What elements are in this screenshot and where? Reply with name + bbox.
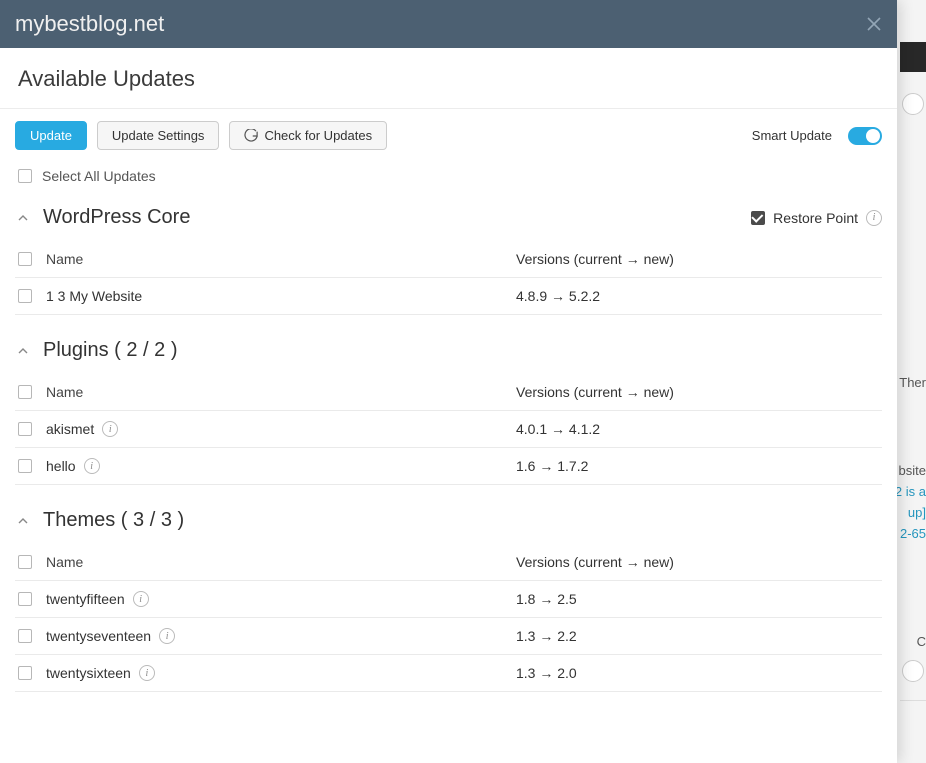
table-row: twentysixteen i 1.3 → 2.0 — [15, 655, 882, 692]
row-checkbox[interactable] — [18, 289, 32, 303]
section-head-plugins: Plugins ( 2 / 2 ) — [15, 339, 882, 362]
row-name: twentyfifteen i — [46, 591, 516, 607]
row-name: 1 3 My Website — [46, 288, 516, 304]
row-checkbox[interactable] — [18, 459, 32, 473]
background-text-fragment: up] — [908, 505, 926, 520]
background-text-fragment: 2 is a — [895, 484, 926, 499]
select-all-row: Select All Updates — [15, 168, 882, 184]
background-text-fragment: C — [917, 634, 926, 649]
table-themes: Name Versions (current → new) twentyfift… — [15, 544, 882, 692]
select-all-label: Select All Updates — [42, 168, 156, 184]
background-text-fragment: 2-65 — [900, 526, 926, 541]
row-version: 1.3 → 2.0 — [516, 665, 879, 681]
close-icon[interactable] — [866, 16, 882, 32]
row-name: helloi — [46, 458, 516, 474]
update-button-label: Update — [30, 128, 72, 143]
column-header-name: Name — [46, 251, 516, 267]
table-body-plugins: akismeti4.0.1 → 4.1.2helloi1.6 → 1.7.2 — [15, 411, 882, 485]
table-header-row: Name Versions (current → new) — [15, 544, 882, 581]
section-checkbox-plugins[interactable] — [18, 385, 32, 399]
info-icon[interactable]: i — [102, 421, 118, 437]
table-core: Name Versions (current → new) 1 3 My Web… — [15, 241, 882, 315]
page-title: Available Updates — [0, 48, 897, 109]
action-bar: Update Update Settings Check for Updates… — [15, 121, 882, 150]
row-name-text: 1 3 My Website — [46, 288, 142, 304]
toggle-knob — [866, 129, 880, 143]
table-body-themes: twentyfifteen i 1.8 → 2.5 twentyseventeen i 1… — [15, 581, 882, 692]
row-checkbox[interactable] — [18, 422, 32, 436]
row-name-text: twentysixteen — [46, 665, 131, 681]
update-settings-button[interactable]: Update Settings — [97, 121, 220, 150]
table-plugins: Name Versions (current → new) akismet i 4.… — [15, 374, 882, 485]
section-title-plugins: Plugins ( 2 / 2 ) — [43, 339, 178, 362]
modal-content: Update Update Settings Check for Updates… — [0, 109, 897, 763]
row-name-text: hello — [46, 458, 76, 474]
smart-update-toggle[interactable] — [848, 127, 882, 145]
background-circle-icon — [902, 660, 924, 682]
info-icon[interactable]: i — [866, 210, 882, 226]
chevron-up-icon[interactable] — [15, 343, 31, 359]
section-head-themes: Themes ( 3 / 3 ) — [15, 509, 882, 532]
background-circle-icon — [902, 93, 924, 115]
select-all-checkbox[interactable] — [18, 169, 32, 183]
restore-point: Restore Point i — [751, 210, 882, 226]
row-version: 1.6 → 1.7.2 — [516, 458, 879, 474]
site-title: mybestblog.net — [15, 11, 866, 37]
table-row: helloi1.6 → 1.7.2 — [15, 448, 882, 485]
modal-header: mybestblog.net — [0, 0, 897, 48]
section-plugins: Plugins ( 2 / 2 ) Name Versions (current… — [15, 339, 882, 485]
restore-point-checkbox[interactable] — [751, 211, 765, 225]
update-settings-label: Update Settings — [112, 128, 205, 143]
section-title-core: WordPress Core — [43, 206, 190, 229]
section-themes: Themes ( 3 / 3 ) Name Versions (current … — [15, 509, 882, 692]
section-checkbox-themes[interactable] — [18, 555, 32, 569]
row-name: twentysixteen i — [46, 665, 516, 681]
row-checkbox[interactable] — [18, 666, 32, 680]
row-version: 4.8.9 → 5.2.2 — [516, 288, 879, 304]
column-header-versions: Versions (current → new) — [516, 251, 879, 267]
table-header-row: Name Versions (current → new) — [15, 374, 882, 411]
table-row: twentyfifteen i 1.8 → 2.5 — [15, 581, 882, 618]
table-body-core: 1 3 My Website 4.8.9 → 5.2.2 — [15, 278, 882, 315]
table-row: twentyseventeen i 1.3 → 2.2 — [15, 618, 882, 655]
info-icon[interactable]: i — [139, 665, 155, 681]
info-icon[interactable]: i — [84, 458, 100, 474]
column-header-versions: Versions (current → new) — [516, 554, 879, 570]
row-name-text: twentyfifteen — [46, 591, 125, 607]
row-name-text: twentyseventeen — [46, 628, 151, 644]
restore-point-label: Restore Point — [773, 210, 858, 226]
update-button[interactable]: Update — [15, 121, 87, 150]
column-header-name: Name — [46, 554, 516, 570]
section-title-themes: Themes ( 3 / 3 ) — [43, 509, 184, 532]
section-checkbox-core[interactable] — [18, 252, 32, 266]
check-updates-button[interactable]: Check for Updates — [229, 121, 387, 150]
smart-update-label: Smart Update — [752, 128, 832, 143]
row-version: 4.0.1 → 4.1.2 — [516, 421, 879, 437]
column-header-versions: Versions (current → new) — [516, 384, 879, 400]
row-name: akismet i — [46, 421, 516, 437]
chevron-up-icon[interactable] — [15, 513, 31, 529]
check-updates-label: Check for Updates — [264, 128, 372, 143]
section-head-core: WordPress Core Restore Point i — [15, 206, 882, 229]
column-header-name: Name — [46, 384, 516, 400]
background-text-fragment: Ther — [899, 375, 926, 390]
row-version: 1.8 → 2.5 — [516, 591, 879, 607]
updates-modal: mybestblog.net Available Updates Update … — [0, 0, 897, 763]
background-dark-bar — [900, 42, 926, 72]
row-checkbox[interactable] — [18, 592, 32, 606]
table-row: akismet i 4.0.1 → 4.1.2 — [15, 411, 882, 448]
section-core: WordPress Core Restore Point i Name Vers… — [15, 206, 882, 315]
background-text-fragment: bsite — [899, 463, 926, 478]
refresh-icon — [244, 129, 258, 143]
info-icon[interactable]: i — [159, 628, 175, 644]
row-name: twentyseventeen i — [46, 628, 516, 644]
info-icon[interactable]: i — [133, 591, 149, 607]
chevron-up-icon[interactable] — [15, 210, 31, 226]
table-header-row: Name Versions (current → new) — [15, 241, 882, 278]
row-checkbox[interactable] — [18, 629, 32, 643]
background-divider — [900, 700, 926, 701]
table-row: 1 3 My Website 4.8.9 → 5.2.2 — [15, 278, 882, 315]
row-version: 1.3 → 2.2 — [516, 628, 879, 644]
row-name-text: akismet — [46, 421, 94, 437]
